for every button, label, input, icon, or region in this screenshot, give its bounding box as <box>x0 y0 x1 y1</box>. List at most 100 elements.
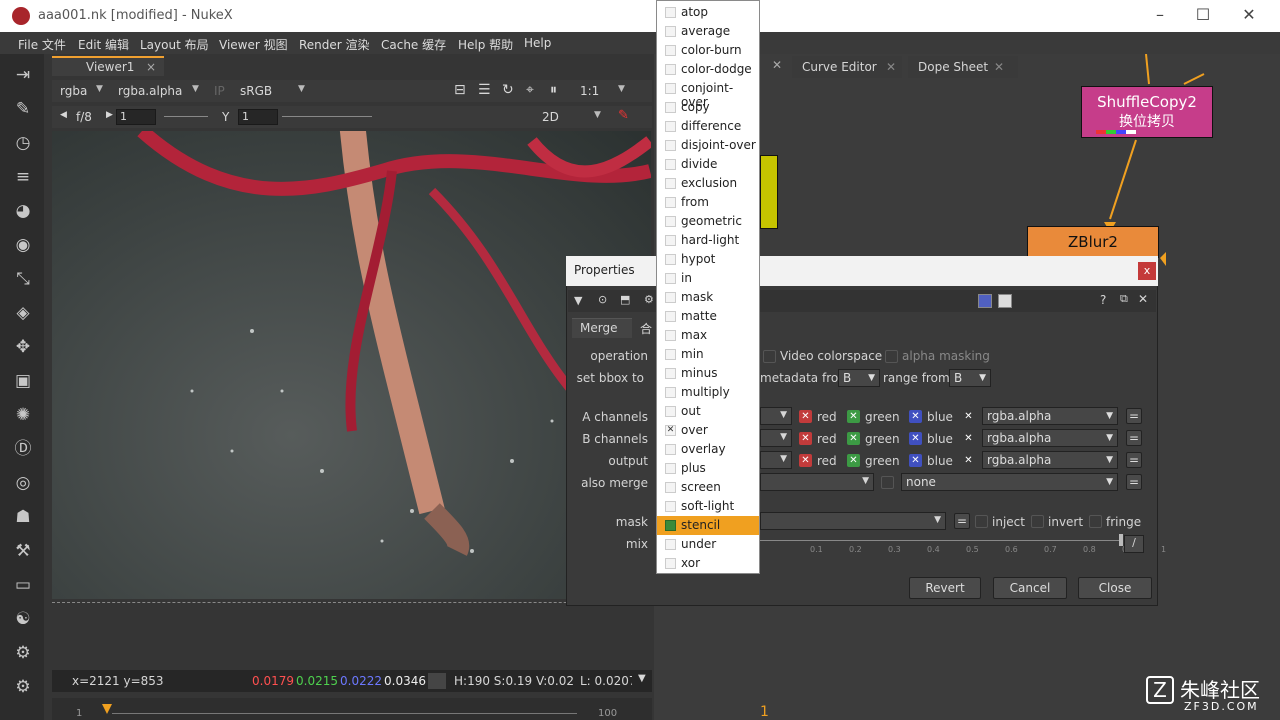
operation-option-geometric[interactable]: geometric <box>657 212 759 231</box>
operation-option-soft-light[interactable]: soft-light <box>657 497 759 516</box>
operation-option-max[interactable]: max <box>657 326 759 345</box>
tab-merge[interactable]: Merge <box>572 318 632 338</box>
also-merge-checkbox[interactable] <box>881 476 894 489</box>
lines-icon[interactable]: ☰ <box>478 82 491 98</box>
settings-icon[interactable]: ⚙ <box>644 293 654 306</box>
next-fstop-icon[interactable]: ▶ <box>106 110 113 120</box>
tab-viewer1[interactable]: Viewer1 × <box>52 56 164 76</box>
minimize-button[interactable]: – <box>1145 4 1175 28</box>
close-window-button[interactable]: ✕ <box>1234 4 1264 28</box>
colorspace-dropdown[interactable]: sRGB <box>240 84 272 98</box>
properties-close-button[interactable]: x <box>1138 262 1156 280</box>
operation-option-stencil[interactable]: stencil <box>657 516 759 535</box>
out-green-checkbox[interactable]: ✕ <box>847 454 860 467</box>
gain-slider[interactable] <box>164 116 208 117</box>
operation-option-hard-light[interactable]: hard-light <box>657 231 759 250</box>
invert-checkbox[interactable] <box>1031 515 1044 528</box>
roi-icon[interactable]: ⊟ <box>454 82 466 98</box>
menu-file[interactable]: File 文件 <box>18 36 66 53</box>
particles-tools-icon[interactable]: ✺ <box>12 404 34 426</box>
input-process-button[interactable]: IP <box>214 84 225 98</box>
deep-tools-icon[interactable]: Ⓓ <box>12 438 34 460</box>
operation-option-minus[interactable]: minus <box>657 364 759 383</box>
time-tools-icon[interactable]: ◷ <box>12 132 34 154</box>
view-mode-dropdown[interactable]: 2D <box>542 110 559 124</box>
tab-second[interactable]: 合 <box>640 320 652 337</box>
operation-option-under[interactable]: under <box>657 535 759 554</box>
menu-help[interactable]: Help <box>524 36 551 50</box>
image-tools-icon[interactable]: ⇥ <box>12 64 34 86</box>
playhead-marker[interactable] <box>102 704 112 714</box>
zoom-dropdown[interactable]: 1:1 <box>580 84 599 98</box>
range-from-dropdown[interactable]: B ▼ <box>949 369 991 387</box>
operation-option-copy[interactable]: copy <box>657 98 759 117</box>
menu-help-cn[interactable]: Help 帮助 <box>458 36 513 53</box>
a-alpha-checkbox[interactable]: ✕ <box>962 410 975 423</box>
operation-option-matte[interactable]: matte <box>657 307 759 326</box>
float-panel-icon[interactable]: ⧉ <box>1120 292 1128 306</box>
video-colorspace-checkbox[interactable] <box>763 350 776 363</box>
output-dropdown[interactable]: ▼ <box>760 451 792 469</box>
a-alpha-dropdown[interactable]: rgba.alpha ▼ <box>982 407 1118 425</box>
metadata-tools-icon[interactable]: ☗ <box>12 506 34 528</box>
fringe-checkbox[interactable] <box>1089 515 1102 528</box>
merge-tools-icon[interactable]: ◈ <box>12 302 34 324</box>
close-tab-icon[interactable]: × <box>146 60 156 74</box>
b-alpha-dropdown[interactable]: rgba.alpha ▼ <box>982 429 1118 447</box>
float-icon[interactable]: ⬒ <box>620 293 630 306</box>
close-node-icon[interactable]: ✕ <box>1138 292 1148 306</box>
mask-link-button[interactable]: = <box>954 513 970 529</box>
also-merge-link-button[interactable]: = <box>1126 474 1142 490</box>
out-alpha-dropdown[interactable]: rgba.alpha ▼ <box>982 451 1118 469</box>
gain-field[interactable]: 1 <box>116 109 156 125</box>
a-red-checkbox[interactable]: ✕ <box>799 410 812 423</box>
operation-option-multiply[interactable]: multiply <box>657 383 759 402</box>
filter-tools-icon[interactable]: ◉ <box>12 234 34 256</box>
menu-render[interactable]: Render 渲染 <box>299 36 370 53</box>
mask-dropdown[interactable]: ▼ <box>760 512 946 530</box>
inject-checkbox[interactable] <box>975 515 988 528</box>
gamma-field[interactable]: 1 <box>238 109 278 125</box>
furnace-tools-icon[interactable]: ▭ <box>12 574 34 596</box>
a-link-button[interactable]: = <box>1126 408 1142 424</box>
b-link-button[interactable]: = <box>1126 430 1142 446</box>
node-color2-swatch[interactable] <box>998 294 1012 308</box>
prev-fstop-icon[interactable]: ◀ <box>60 110 67 120</box>
refresh-icon[interactable]: ↻ <box>502 82 514 98</box>
out-link-button[interactable]: = <box>1126 452 1142 468</box>
menu-cache[interactable]: Cache 缓存 <box>381 36 446 53</box>
timeline[interactable]: 1 100 <box>52 698 652 720</box>
keyer-tools-icon[interactable]: ⤡ <box>12 268 34 290</box>
close-button[interactable]: Close <box>1078 577 1152 599</box>
operation-option-atop[interactable]: atop <box>657 3 759 22</box>
timeline-track[interactable] <box>112 713 577 714</box>
operation-option-min[interactable]: min <box>657 345 759 364</box>
channels-dropdown[interactable]: rgba <box>60 84 87 98</box>
3d-tools-icon[interactable]: ▣ <box>12 370 34 392</box>
viewer-image[interactable] <box>52 131 651 599</box>
operation-option-overlay[interactable]: overlay <box>657 440 759 459</box>
operation-option-screen[interactable]: screen <box>657 478 759 497</box>
out-red-checkbox[interactable]: ✕ <box>799 454 812 467</box>
chevron-down-icon[interactable]: ▼ <box>638 673 646 684</box>
alpha-channel-dropdown[interactable]: rgba.alpha <box>118 84 182 98</box>
target-icon[interactable]: ⌖ <box>526 82 534 98</box>
a-blue-checkbox[interactable]: ✕ <box>909 410 922 423</box>
out-blue-checkbox[interactable]: ✕ <box>909 454 922 467</box>
operation-option-out[interactable]: out <box>657 402 759 421</box>
views-tools-icon[interactable]: ◎ <box>12 472 34 494</box>
operation-option-difference[interactable]: difference <box>657 117 759 136</box>
menu-viewer[interactable]: Viewer 视图 <box>219 36 288 53</box>
channel-tools-icon[interactable]: ≡ <box>12 166 34 188</box>
color-tools-icon[interactable]: ◕ <box>12 200 34 222</box>
operation-dropdown-list[interactable]: atop average color-burn color-dodge conjoint… <box>656 0 760 574</box>
operation-option-from[interactable]: from <box>657 193 759 212</box>
operation-option-xor[interactable]: xor <box>657 554 759 573</box>
out-alpha-checkbox[interactable]: ✕ <box>962 454 975 467</box>
alpha-masking-checkbox[interactable] <box>885 350 898 363</box>
b-alpha-checkbox[interactable]: ✕ <box>962 432 975 445</box>
operation-option-exclusion[interactable]: exclusion <box>657 174 759 193</box>
a-channels-dropdown[interactable]: ▼ <box>760 407 792 425</box>
node-color-swatch[interactable] <box>978 294 992 308</box>
a-green-checkbox[interactable]: ✕ <box>847 410 860 423</box>
